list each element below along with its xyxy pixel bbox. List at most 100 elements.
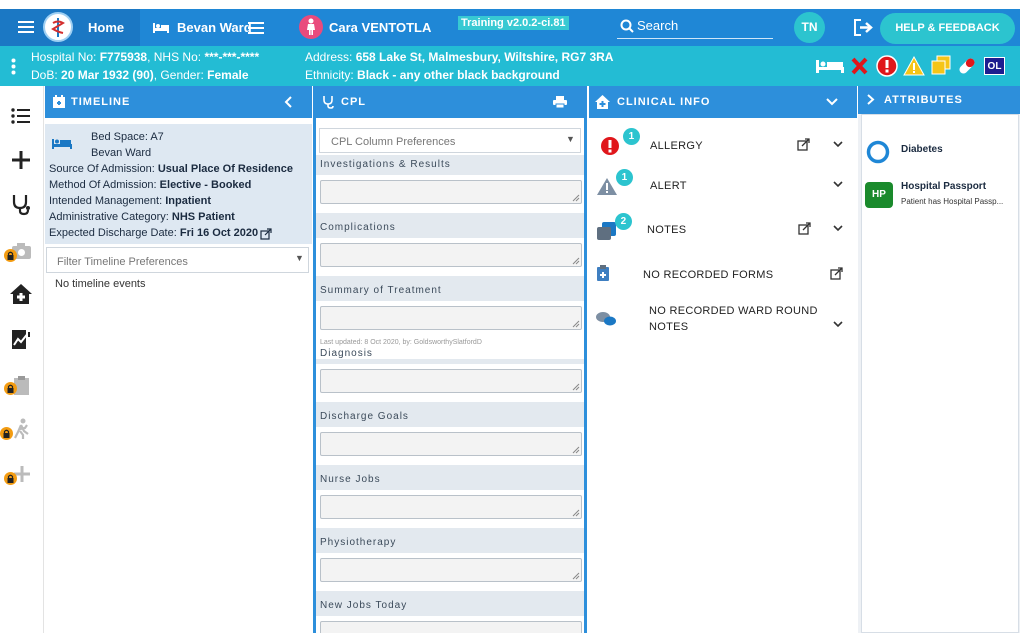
address-label: Address:	[305, 50, 353, 64]
hospital-no-label: Hospital No:	[31, 50, 97, 64]
app-logo	[43, 12, 73, 42]
diabetes-label[interactable]: Diabetes	[901, 144, 943, 155]
resize-handle-icon[interactable]	[572, 194, 580, 202]
clinical-home-icon	[595, 95, 610, 109]
resize-handle-icon[interactable]	[572, 320, 580, 328]
patient-crumb[interactable]: Cara VENTOTLA	[276, 9, 456, 46]
cpl-section-label: Investigations & Results	[320, 159, 451, 170]
forms-row[interactable]: NO RECORDED FORMS	[589, 258, 857, 292]
alert-row[interactable]: 1 ALERT	[589, 168, 857, 202]
external-link-icon[interactable]	[798, 222, 811, 235]
cpl-section-textarea[interactable]	[320, 432, 582, 456]
cpl-section-label: Diagnosis	[320, 348, 373, 359]
notes-row[interactable]: 2 NOTES	[589, 212, 857, 246]
clinical-home-icon[interactable]	[9, 282, 33, 306]
clipboard-add-icon	[597, 265, 609, 281]
cpl-prefs-strip: CPL Column Preferences ▼	[316, 118, 584, 155]
expected-discharge: Expected Discharge Date: Fri 16 Oct 2020	[49, 227, 258, 239]
intended-management: Intended Management: Inpatient	[49, 195, 211, 207]
method-value: Elective - Booked	[159, 179, 252, 191]
print-icon[interactable]	[553, 96, 567, 108]
chevron-down-icon[interactable]	[833, 321, 843, 328]
cpl-section-textarea[interactable]	[320, 621, 582, 633]
cpl-section-textarea[interactable]	[320, 495, 582, 519]
home-link[interactable]: Home	[88, 20, 124, 35]
bed-status-icon[interactable]	[815, 59, 845, 74]
cpl-section: Physiotherapy	[316, 533, 584, 593]
edit-external-icon[interactable]	[260, 228, 272, 240]
attributes-list: Diabetes HP Hospital Passport Patient ha…	[861, 114, 1019, 633]
medication-pill-icon[interactable]	[957, 56, 977, 76]
allergy-row[interactable]: 1 ALLERGY	[589, 128, 857, 162]
cpl-column-prefs-select[interactable]: CPL Column Preferences ▼	[319, 128, 581, 153]
patient-name[interactable]: Cara VENTOTLA	[329, 20, 431, 35]
search-icon	[620, 19, 634, 33]
chevron-down-icon[interactable]	[833, 141, 843, 148]
dropdown-arrow-icon: ▼	[295, 253, 304, 263]
lock-icon	[4, 472, 17, 485]
allergy-alert-icon[interactable]	[876, 55, 898, 77]
close-cross-icon[interactable]	[851, 57, 868, 75]
chart-report-icon[interactable]	[9, 327, 33, 351]
intended-label: Intended Management:	[49, 195, 163, 207]
cpl-panel: CPL CPL Column Preferences ▼ Investigati…	[313, 86, 587, 633]
ol-badge[interactable]: OL	[984, 57, 1005, 75]
attributes-panel: ATTRIBUTES Diabetes HP Hospital Passport…	[858, 86, 1020, 633]
clinical-info-header: CLINICAL INFO	[589, 86, 857, 118]
notes-icon[interactable]	[931, 55, 951, 75]
cpl-section-textarea[interactable]	[320, 306, 582, 330]
chevron-down-icon[interactable]	[833, 181, 843, 188]
kebab-menu-icon[interactable]	[11, 58, 16, 75]
ward-round-notes-row[interactable]: NO RECORDED WARD ROUND NOTES	[589, 300, 857, 338]
clinical-info-title: CLINICAL INFO	[617, 96, 711, 108]
cpl-section-textarea[interactable]	[320, 180, 582, 204]
external-link-icon[interactable]	[797, 138, 810, 151]
patient-dob-gender: DoB: 20 Mar 1932 (90), Gender: Female	[31, 68, 249, 82]
resize-handle-icon[interactable]	[572, 383, 580, 391]
resize-handle-icon[interactable]	[572, 509, 580, 517]
hospital-passport-badge: HP	[865, 182, 893, 208]
help-feedback-button[interactable]: HELP & FEEDBACK	[880, 13, 1015, 44]
source-value: Usual Place Of Residence	[157, 163, 293, 175]
bed-space: Bed Space: A7	[91, 131, 164, 143]
resize-handle-icon[interactable]	[572, 257, 580, 265]
hospital-passport-title[interactable]: Hospital Passport	[901, 181, 986, 192]
menu-icon[interactable]	[18, 21, 34, 34]
ward-menu-icon[interactable]	[248, 22, 264, 34]
cpl-section-label: Complications	[320, 222, 396, 233]
logout-icon[interactable]	[853, 19, 873, 36]
cpl-section-textarea[interactable]	[320, 243, 582, 267]
ward-link[interactable]: Bevan Ward	[177, 20, 252, 35]
chevron-left-icon[interactable]	[283, 95, 293, 109]
timeline-filter-select[interactable]: Filter Timeline Preferences ▼	[46, 247, 309, 273]
cpl-section-textarea[interactable]	[320, 558, 582, 582]
gender: Female	[207, 68, 249, 82]
timeline-header: TIMELINE	[45, 86, 312, 118]
add-icon[interactable]	[9, 148, 33, 172]
address: 658 Lake St, Malmesbury, Wiltshire, RG7 …	[355, 50, 614, 64]
user-avatar[interactable]: TN	[794, 12, 825, 43]
hospital-passport-desc: Patient has Hospital Passp...	[901, 197, 1004, 206]
list-icon[interactable]	[9, 104, 33, 128]
warning-icon[interactable]	[903, 56, 925, 76]
external-link-icon[interactable]	[830, 267, 843, 280]
cpl-section: Nurse Jobs	[316, 470, 584, 530]
allergy-count-badge: 1	[623, 128, 640, 145]
cpl-section-body	[316, 616, 584, 633]
ward-crumb[interactable]: Bevan Ward	[140, 9, 276, 46]
alert-count-badge: 1	[616, 169, 633, 186]
chevron-down-icon[interactable]	[833, 225, 843, 232]
chevron-down-icon[interactable]	[826, 97, 838, 106]
admission-details: Bed Space: A7 Bevan Ward Source Of Admis…	[45, 124, 312, 244]
source-label: Source Of Admission:	[49, 163, 155, 175]
chevron-right-icon[interactable]	[867, 94, 875, 105]
home-crumb[interactable]: Home	[0, 9, 140, 46]
resize-handle-icon[interactable]	[572, 572, 580, 580]
resize-handle-icon[interactable]	[572, 446, 580, 454]
cpl-section-label: New Jobs Today	[320, 600, 408, 611]
bed-icon	[153, 23, 169, 33]
cpl-section-textarea[interactable]	[320, 369, 582, 393]
search-input[interactable]: Search	[617, 15, 773, 39]
gender-label: , Gender:	[153, 68, 204, 82]
stethoscope-icon[interactable]	[9, 192, 33, 216]
